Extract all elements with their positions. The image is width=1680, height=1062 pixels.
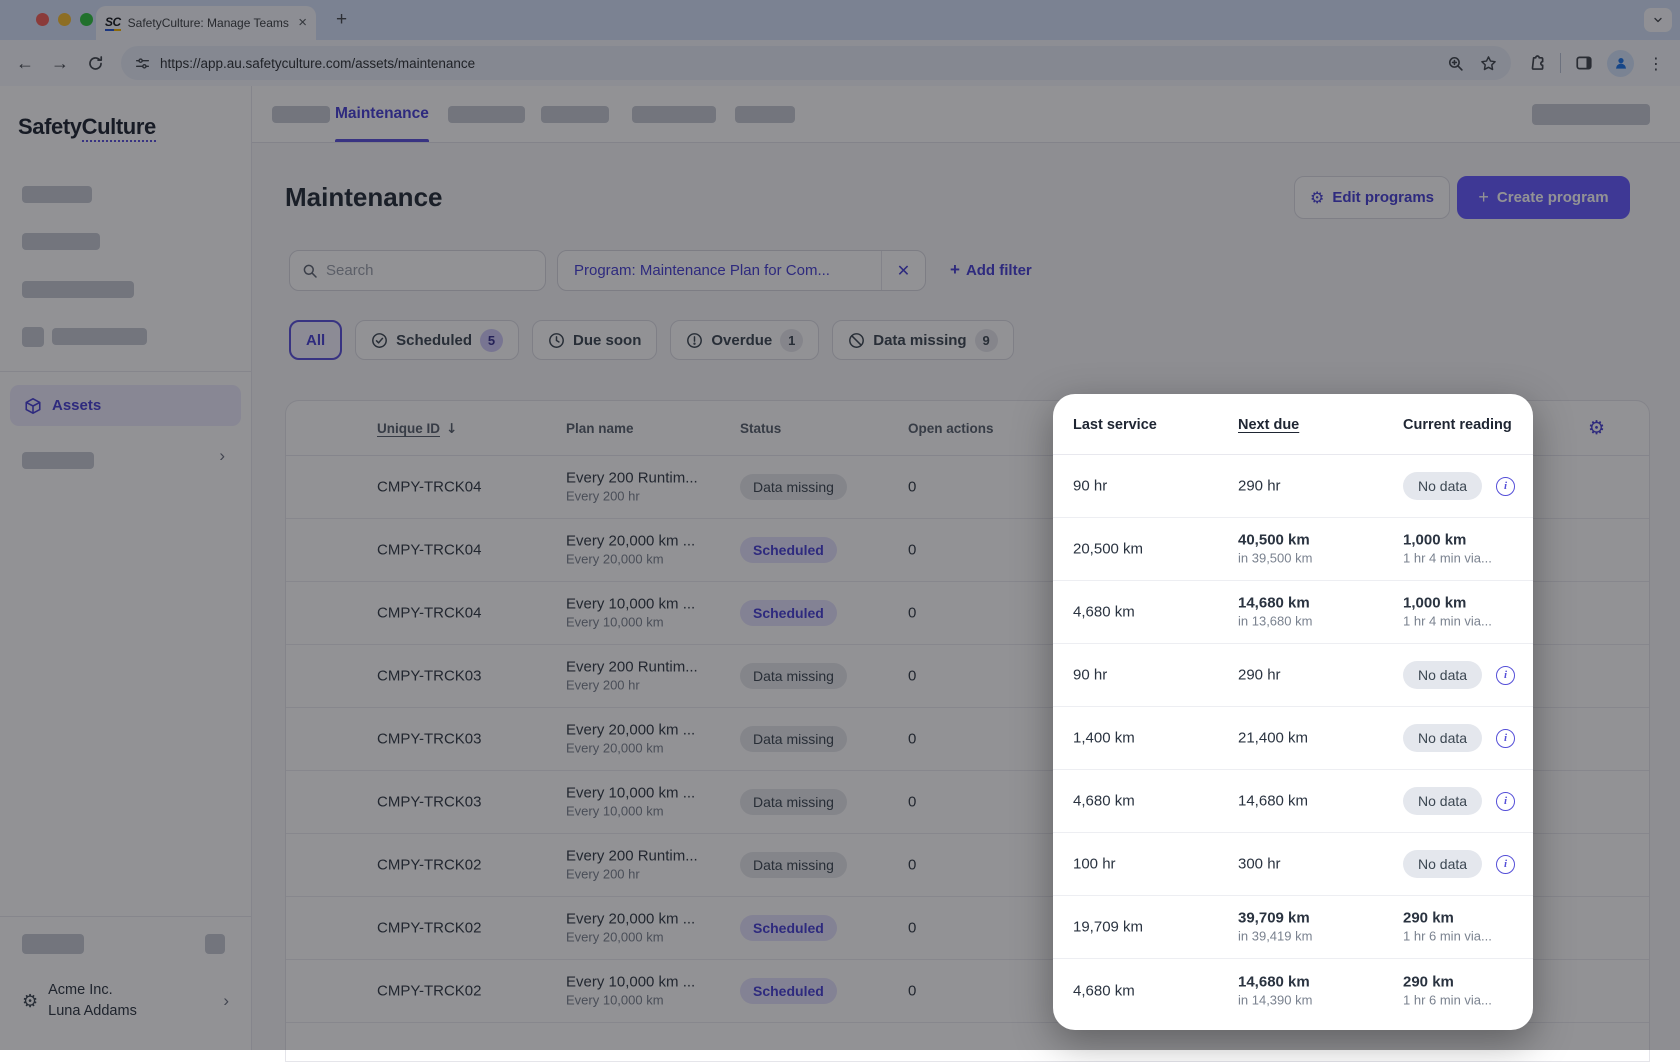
column-header-current-reading[interactable]: Current reading xyxy=(1403,394,1512,455)
info-icon[interactable]: i xyxy=(1496,729,1515,748)
current-reading-cell: 1,000 km 1 hr 4 min via... xyxy=(1403,594,1515,631)
next-due-value: 300 hr xyxy=(1238,855,1281,874)
last-service-value: 19,709 km xyxy=(1073,919,1143,936)
current-reading-cell: 290 km 1 hr 6 min via... xyxy=(1403,972,1515,1009)
next-due-cell: 39,709 km in 39,419 km xyxy=(1238,909,1312,946)
next-due-cell: 290 hr xyxy=(1238,477,1281,496)
last-service-value: 4,680 km xyxy=(1073,604,1135,621)
next-due-value: 290 hr xyxy=(1238,477,1281,496)
panel-header: Last service Next due Current reading xyxy=(1053,394,1533,455)
next-due-value: 14,680 km xyxy=(1238,792,1308,811)
next-due-value: 39,709 km xyxy=(1238,909,1312,928)
last-service-value: 20,500 km xyxy=(1073,541,1143,558)
next-due-remaining: in 14,390 km xyxy=(1238,991,1312,1009)
next-due-value: 14,680 km xyxy=(1238,972,1312,991)
panel-row[interactable]: 90 hr 290 hr No data i xyxy=(1053,455,1533,518)
info-icon[interactable]: i xyxy=(1496,792,1515,811)
no-data-badge: No data xyxy=(1403,787,1482,815)
reading-source: 1 hr 4 min via... xyxy=(1403,550,1515,568)
last-service-value: 100 hr xyxy=(1073,856,1116,873)
reading-columns-spotlight-panel: Last service Next due Current reading 90… xyxy=(1053,394,1533,1030)
next-due-cell: 14,680 km in 13,680 km xyxy=(1238,594,1312,631)
reading-source: 1 hr 4 min via... xyxy=(1403,613,1515,631)
info-icon[interactable]: i xyxy=(1496,855,1515,874)
reading-value: 1,000 km xyxy=(1403,594,1515,613)
info-icon[interactable]: i xyxy=(1496,666,1515,685)
reading-source: 1 hr 6 min via... xyxy=(1403,991,1515,1009)
reading-value: 1,000 km xyxy=(1403,531,1515,550)
next-due-value: 40,500 km xyxy=(1238,531,1312,550)
panel-body: 90 hr 290 hr No data i 20,500 km 40,500 … xyxy=(1053,455,1533,1022)
info-icon[interactable]: i xyxy=(1496,477,1515,496)
panel-row[interactable]: 19,709 km 39,709 km in 39,419 km 290 km … xyxy=(1053,896,1533,959)
last-service-value: 4,680 km xyxy=(1073,793,1135,810)
next-due-cell: 14,680 km in 14,390 km xyxy=(1238,972,1312,1009)
no-data-badge: No data xyxy=(1403,661,1482,689)
column-header-next-due[interactable]: Next due xyxy=(1238,394,1299,455)
next-due-cell: 300 hr xyxy=(1238,855,1281,874)
browser-window: SC SafetyCulture: Manage Teams and... × … xyxy=(0,0,1680,1050)
no-data-badge: No data xyxy=(1403,724,1482,752)
no-data-badge: No data xyxy=(1403,472,1482,500)
next-due-remaining: in 13,680 km xyxy=(1238,613,1312,631)
last-service-value: 4,680 km xyxy=(1073,982,1135,999)
reading-value: 290 km xyxy=(1403,972,1515,991)
panel-row[interactable]: 4,680 km 14,680 km No data i xyxy=(1053,770,1533,833)
no-data-badge: No data xyxy=(1403,850,1482,878)
next-due-value: 290 hr xyxy=(1238,666,1281,685)
reading-source: 1 hr 6 min via... xyxy=(1403,928,1515,946)
reading-value: 290 km xyxy=(1403,909,1515,928)
panel-row[interactable]: 4,680 km 14,680 km in 13,680 km 1,000 km… xyxy=(1053,581,1533,644)
next-due-cell: 21,400 km xyxy=(1238,729,1308,748)
next-due-cell: 40,500 km in 39,500 km xyxy=(1238,531,1312,568)
next-due-value: 21,400 km xyxy=(1238,729,1308,748)
last-service-value: 90 hr xyxy=(1073,667,1107,684)
next-due-remaining: in 39,500 km xyxy=(1238,550,1312,568)
next-due-remaining: in 39,419 km xyxy=(1238,928,1312,946)
current-reading-cell: No data i xyxy=(1403,724,1515,752)
panel-row[interactable]: 20,500 km 40,500 km in 39,500 km 1,000 k… xyxy=(1053,518,1533,581)
last-service-value: 1,400 km xyxy=(1073,730,1135,747)
next-due-value: 14,680 km xyxy=(1238,594,1312,613)
next-due-cell: 14,680 km xyxy=(1238,792,1308,811)
last-service-value: 90 hr xyxy=(1073,478,1107,495)
current-reading-cell: 290 km 1 hr 6 min via... xyxy=(1403,909,1515,946)
current-reading-cell: No data i xyxy=(1403,850,1515,878)
panel-row[interactable]: 90 hr 290 hr No data i xyxy=(1053,644,1533,707)
column-header-last-service[interactable]: Last service xyxy=(1073,394,1157,455)
panel-row[interactable]: 100 hr 300 hr No data i xyxy=(1053,833,1533,896)
panel-row[interactable]: 4,680 km 14,680 km in 14,390 km 290 km 1… xyxy=(1053,959,1533,1022)
current-reading-cell: No data i xyxy=(1403,472,1515,500)
current-reading-cell: No data i xyxy=(1403,787,1515,815)
panel-row[interactable]: 1,400 km 21,400 km No data i xyxy=(1053,707,1533,770)
current-reading-cell: No data i xyxy=(1403,661,1515,689)
next-due-cell: 290 hr xyxy=(1238,666,1281,685)
current-reading-cell: 1,000 km 1 hr 4 min via... xyxy=(1403,531,1515,568)
